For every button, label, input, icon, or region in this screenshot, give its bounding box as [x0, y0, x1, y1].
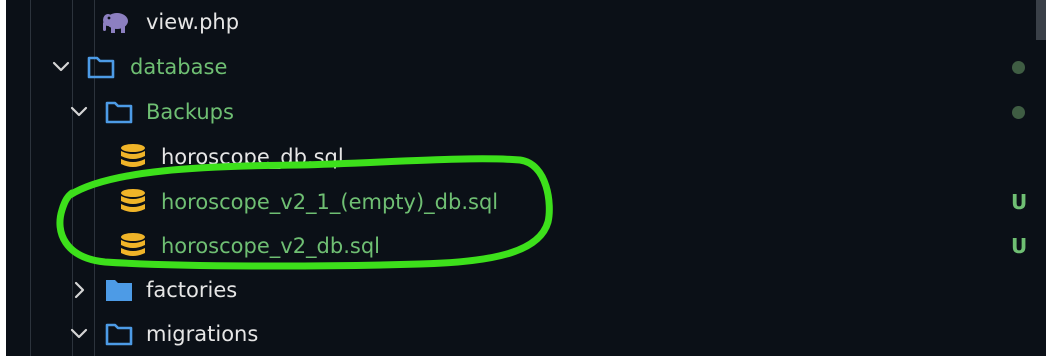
file-label: horoscope_v2_db.sql	[161, 234, 380, 258]
tree-item-backups[interactable]: Backups	[6, 90, 1046, 134]
folder-label: migrations	[146, 322, 259, 346]
tree-item-horoscope-v2-1-empty-db-sql[interactable]: horoscope_v2_1_(empty)_db.sql U	[6, 180, 1046, 224]
file-label: horoscope_v2_1_(empty)_db.sql	[161, 190, 499, 214]
database-icon	[121, 233, 145, 256]
scrollbar-thumb[interactable]	[1036, 0, 1046, 40]
chevron-right-icon[interactable]	[69, 280, 89, 300]
chevron-down-icon[interactable]	[69, 324, 89, 344]
database-icon	[121, 189, 145, 212]
chevron-down-icon[interactable]	[69, 102, 89, 122]
tree-item-migrations[interactable]: migrations	[6, 312, 1046, 356]
chevron-down-icon[interactable]	[51, 57, 71, 77]
file-label: view.php	[146, 10, 240, 34]
folder-closed-icon	[106, 280, 132, 301]
folder-open-icon	[105, 323, 133, 346]
untracked-badge: U	[1011, 234, 1028, 258]
folder-label: database	[130, 55, 228, 79]
screenshot-frame: view.php database Backups horoscope_db.s…	[0, 0, 1053, 360]
untracked-badge: U	[1011, 190, 1028, 214]
modified-dot	[1012, 106, 1025, 119]
tree-item-factories[interactable]: factories	[6, 268, 1046, 312]
folder-open-icon	[87, 56, 115, 79]
tree-item-database[interactable]: database	[6, 45, 1046, 89]
tree-item-view-php[interactable]: view.php	[6, 0, 1046, 44]
database-icon	[121, 144, 145, 167]
php-elephant-icon	[103, 13, 128, 33]
folder-label: factories	[146, 278, 238, 302]
folder-open-icon	[105, 101, 133, 124]
tree-item-horoscope-db-sql[interactable]: horoscope_db.sql	[6, 135, 1046, 179]
tree-item-horoscope-v2-db-sql[interactable]: horoscope_v2_db.sql U	[6, 224, 1046, 268]
file-label: horoscope_db.sql	[161, 145, 344, 169]
modified-dot	[1012, 61, 1025, 74]
file-explorer-tree: view.php database Backups horoscope_db.s…	[6, 0, 1046, 356]
folder-label: Backups	[146, 100, 234, 124]
